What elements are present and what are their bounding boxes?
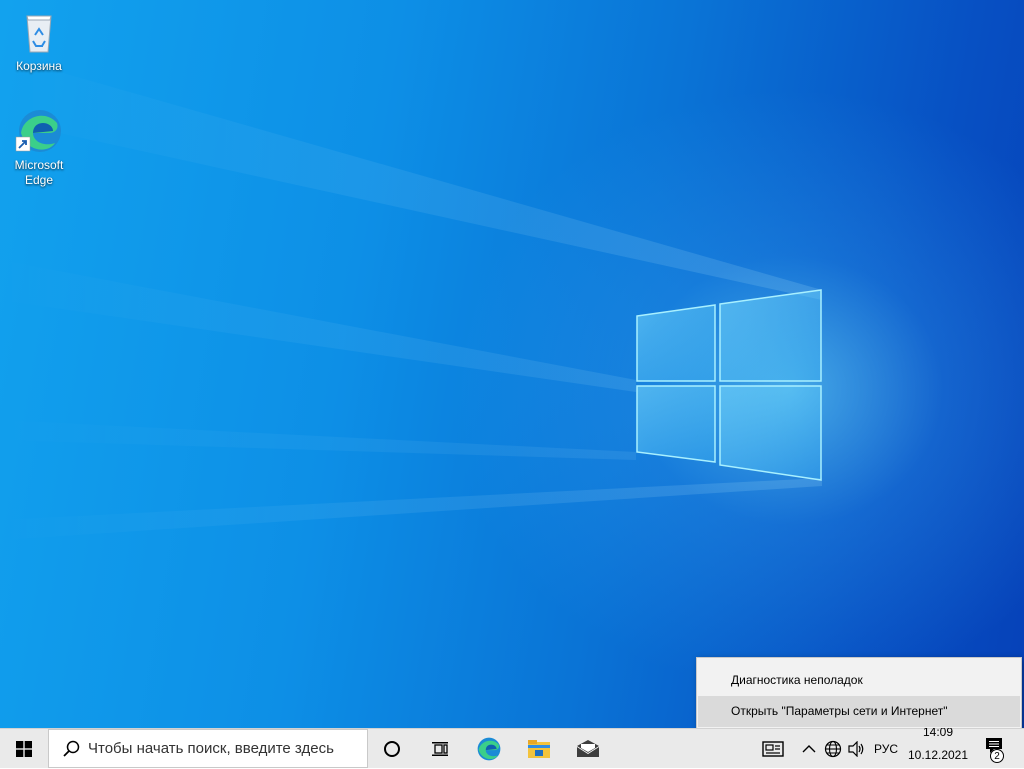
- desktop-icon-edge[interactable]: Microsoft Edge: [1, 107, 77, 188]
- file-explorer-button[interactable]: [515, 729, 563, 769]
- windows-start-icon: [16, 741, 32, 757]
- notification-count-badge: 2: [990, 749, 1004, 763]
- globe-network-icon: [824, 740, 842, 758]
- taskbar: Чтобы начать поиск, введите здесь РУС 14…: [0, 725, 1024, 769]
- windows-logo-wallpaper: [0, 55, 822, 540]
- desktop[interactable]: Корзина Microsoft Edge Диагностика непол…: [0, 0, 1024, 728]
- network-context-menu: Диагностика неполадок Открыть "Параметры…: [696, 657, 1022, 728]
- edge-icon: [15, 107, 63, 155]
- file-explorer-icon: [528, 740, 550, 758]
- recycle-bin-icon: [15, 8, 63, 56]
- taskbar-search-box[interactable]: Чтобы начать поиск, введите здесь: [48, 729, 368, 768]
- news-icon: [762, 741, 784, 757]
- network-tray-button[interactable]: [822, 729, 844, 769]
- input-language-indicator[interactable]: РУС: [870, 729, 902, 769]
- task-view-icon: [432, 742, 448, 756]
- desktop-icon-recycle-bin[interactable]: Корзина: [1, 8, 77, 74]
- desktop-icon-label: Microsoft Edge: [14, 158, 64, 187]
- cortana-icon: [384, 741, 400, 757]
- speaker-icon: [848, 741, 864, 757]
- menu-item-troubleshoot[interactable]: Диагностика неполадок: [698, 665, 1020, 696]
- desktop-icon-label: Корзина: [16, 59, 62, 73]
- menu-item-open-network-settings[interactable]: Открыть "Параметры сети и Интернет": [698, 696, 1020, 727]
- edge-icon: [477, 737, 501, 761]
- search-icon: [63, 740, 80, 757]
- clock-date: 10.12.2021: [907, 748, 969, 762]
- chevron-up-icon: [802, 745, 816, 753]
- show-hidden-icons-button[interactable]: [798, 729, 820, 769]
- mail-icon: [577, 740, 599, 757]
- news-widget-button[interactable]: [758, 729, 788, 769]
- search-placeholder: Чтобы начать поиск, введите здесь: [88, 740, 334, 757]
- cortana-button[interactable]: [368, 729, 416, 769]
- start-button[interactable]: [0, 729, 48, 769]
- task-view-button[interactable]: [416, 729, 464, 769]
- mail-button[interactable]: [564, 729, 612, 769]
- clock-button[interactable]: 14:09 10.12.2021: [902, 725, 974, 769]
- volume-tray-button[interactable]: [846, 729, 868, 769]
- taskbar-edge-button[interactable]: [465, 729, 513, 769]
